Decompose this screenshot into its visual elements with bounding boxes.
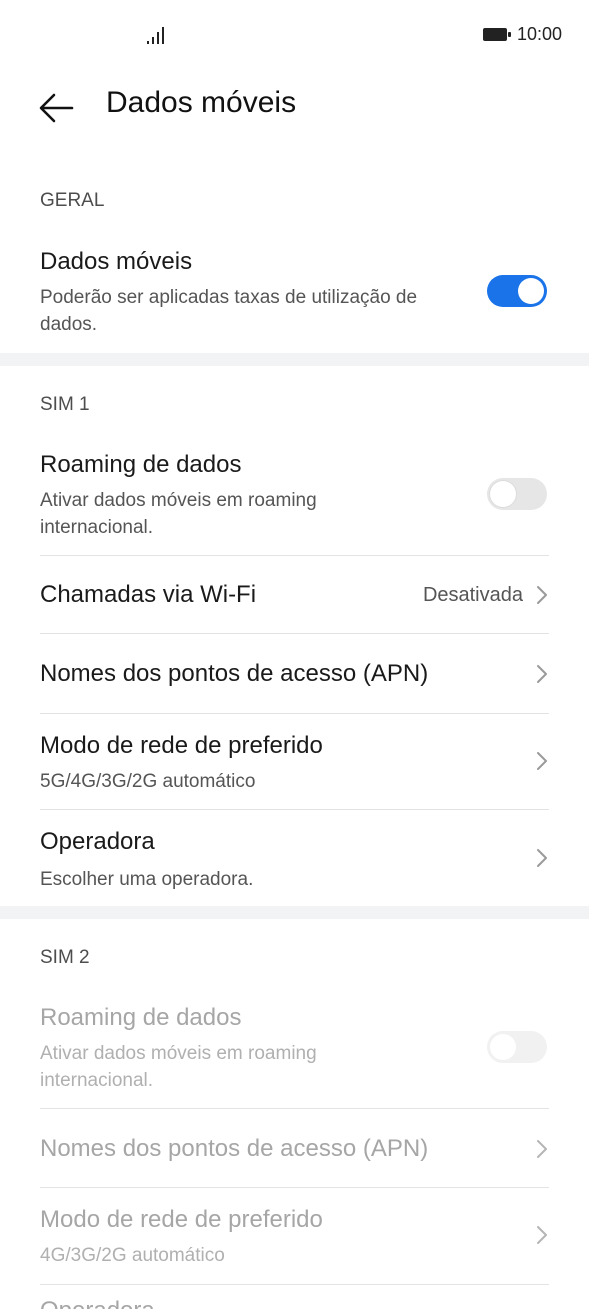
sim1-roaming-row[interactable]: Roaming de dados Ativar dados móveis em … [0, 443, 589, 555]
sim2-network-mode-title: Modo de rede de preferido [40, 1206, 323, 1233]
sim1-carrier-row[interactable]: Operadora Escolher uma operadora. [0, 810, 589, 906]
sim1-carrier-title: Operadora [40, 828, 155, 855]
sim1-apn-row[interactable]: Nomes dos pontos de acesso (APN) [0, 634, 589, 713]
sim2-network-mode-row[interactable]: Modo de rede de preferido 4G/3G/2G autom… [0, 1188, 589, 1283]
sim2-apn-row[interactable]: Nomes dos pontos de acesso (APN) [0, 1109, 589, 1188]
section-header-sim2: SIM 2 [40, 947, 90, 968]
chevron-right-icon [537, 849, 547, 867]
sim1-network-mode-subtitle: 5G/4G/3G/2G automático [40, 771, 256, 792]
sim1-roaming-title: Roaming de dados [40, 451, 242, 478]
wifi-calling-title: Chamadas via Wi-Fi [40, 581, 257, 608]
battery-icon [482, 28, 511, 41]
mobile-data-title: Dados móveis [40, 248, 193, 275]
signal-icon [147, 27, 164, 44]
mobile-data-row[interactable]: Dados móveis Poderão ser aplicadas taxas… [0, 240, 589, 345]
clock: 10:00 [516, 24, 562, 44]
sim2-carrier-title: Operadora [40, 1297, 155, 1309]
sim2-apn-title: Nomes dos pontos de acesso (APN) [40, 1135, 429, 1162]
mobile-data-subtitle: Poderão ser aplicadas taxas de utilizaçã… [40, 287, 418, 335]
section-divider [0, 353, 589, 366]
chevron-right-icon [537, 665, 547, 683]
app-bar: Dados móveis [0, 72, 589, 142]
page-title: Dados móveis [106, 86, 297, 119]
sim1-network-mode-title: Modo de rede de preferido [40, 732, 323, 759]
wifi-calling-value: Desativada [422, 584, 523, 606]
sim1-roaming-subtitle: Ativar dados móveis em roaming internaci… [40, 490, 317, 538]
chevron-right-icon [537, 586, 547, 604]
status-bar: 10:00 [0, 0, 589, 72]
sim2-roaming-row[interactable]: Roaming de dados Ativar dados móveis em … [0, 996, 589, 1108]
sim1-apn-title: Nomes dos pontos de acesso (APN) [40, 660, 429, 687]
mobile-data-toggle[interactable] [487, 275, 547, 307]
sim2-roaming-title: Roaming de dados [40, 1004, 242, 1031]
sim2-roaming-subtitle: Ativar dados móveis em roaming internaci… [40, 1043, 317, 1091]
sim2-carrier-row[interactable]: Operadora [0, 1285, 589, 1309]
section-header-sim1: SIM 1 [40, 394, 90, 415]
battery-clock: 10:00 [482, 24, 562, 45]
section-header-general: GERAL [40, 190, 105, 211]
chevron-right-icon [537, 752, 547, 770]
wifi-calling-row[interactable]: Chamadas via Wi-Fi Desativada [0, 556, 589, 633]
sim1-roaming-toggle[interactable] [487, 478, 547, 510]
section-divider [0, 906, 589, 919]
back-arrow-icon[interactable] [36, 90, 76, 126]
sim2-roaming-toggle[interactable] [487, 1031, 547, 1063]
sim2-network-mode-subtitle: 4G/3G/2G automático [40, 1245, 225, 1266]
chevron-right-icon [537, 1226, 547, 1244]
chevron-right-icon [537, 1140, 547, 1158]
sim1-network-mode-row[interactable]: Modo de rede de preferido 5G/4G/3G/2G au… [0, 714, 589, 809]
sim1-carrier-subtitle: Escolher uma operadora. [40, 869, 254, 890]
